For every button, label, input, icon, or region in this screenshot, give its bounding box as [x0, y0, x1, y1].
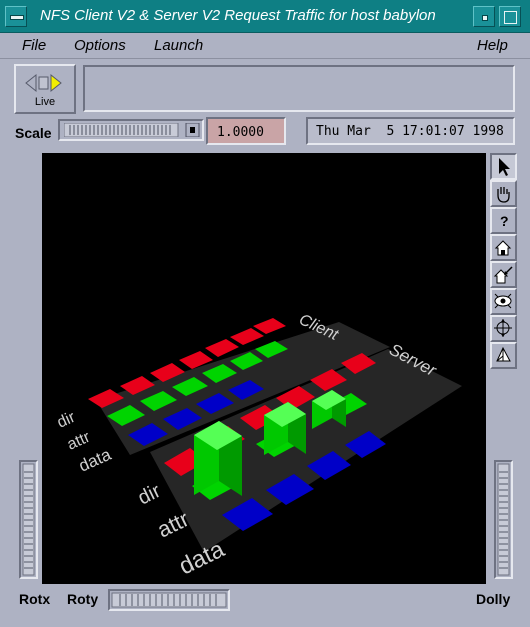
menu-file[interactable]: File — [22, 37, 46, 54]
rotx-thumbwheel[interactable] — [19, 460, 38, 579]
scale-label: Scale — [15, 125, 52, 141]
pointer-tool-button[interactable] — [490, 153, 517, 180]
minimize-button[interactable] — [473, 6, 495, 27]
seek-icon — [494, 319, 512, 337]
server-row-label-data: data — [175, 535, 229, 580]
seek-tool-button[interactable] — [490, 315, 517, 342]
roty-thumbwheel[interactable] — [108, 589, 230, 611]
date-time-display: Thu Mar 5 17:01:07 1998 — [306, 117, 515, 145]
3d-viewer[interactable]: Client Server dir attr data dir attr dat… — [42, 153, 486, 584]
client-row-label-dir: dir — [55, 409, 79, 432]
set-home-tool-button[interactable] — [490, 261, 517, 288]
message-area — [83, 65, 515, 112]
menu-options[interactable]: Options — [74, 37, 126, 54]
scale-value-field[interactable]: 1.0000 — [206, 117, 286, 145]
perspective-icon — [496, 346, 511, 362]
server-row-label-dir: dir — [135, 480, 165, 510]
minimize-icon — [482, 15, 488, 21]
perspective-tool-button[interactable] — [490, 342, 517, 369]
dolly-label: Dolly — [476, 591, 511, 607]
hand-icon — [497, 187, 510, 203]
roty-wheel-grooves — [111, 592, 227, 608]
maximize-icon — [504, 11, 517, 24]
pointer-icon — [499, 158, 510, 176]
client-row-label-data: data — [76, 445, 114, 476]
menu-help[interactable]: Help — [477, 37, 508, 54]
menu-launch[interactable]: Launch — [154, 37, 203, 54]
dolly-wheel-grooves — [497, 463, 510, 576]
live-icon — [25, 73, 62, 93]
window-title: NFS Client V2 & Server V2 Request Traffi… — [40, 7, 436, 24]
rotx-label: Rotx — [19, 591, 51, 607]
dolly-thumbwheel[interactable] — [494, 460, 513, 579]
live-label: Live — [34, 96, 56, 108]
help-icon: ? — [500, 213, 509, 229]
home-icon — [494, 240, 512, 256]
maximize-button[interactable] — [499, 6, 521, 27]
roty-label: Roty — [67, 591, 99, 607]
hand-tool-button[interactable] — [490, 180, 517, 207]
view-all-icon — [494, 293, 512, 309]
window-menu-button[interactable] — [5, 6, 27, 27]
home-tool-button[interactable] — [490, 234, 517, 261]
rotx-wheel-grooves — [22, 463, 35, 576]
scale-slider[interactable] — [58, 119, 204, 141]
help-tool-button[interactable]: ? — [490, 207, 517, 234]
window-menu-icon — [10, 15, 24, 20]
scale-slider-track — [64, 123, 200, 137]
nfs-traffic-3d-scene: Client Server dir attr data dir attr dat… — [55, 311, 462, 580]
set-home-icon — [493, 266, 513, 284]
svg-text:?: ? — [500, 213, 509, 229]
view-all-tool-button[interactable] — [490, 288, 517, 315]
live-button[interactable]: Live — [14, 64, 76, 114]
client-row-label-attr: attr — [65, 428, 94, 453]
